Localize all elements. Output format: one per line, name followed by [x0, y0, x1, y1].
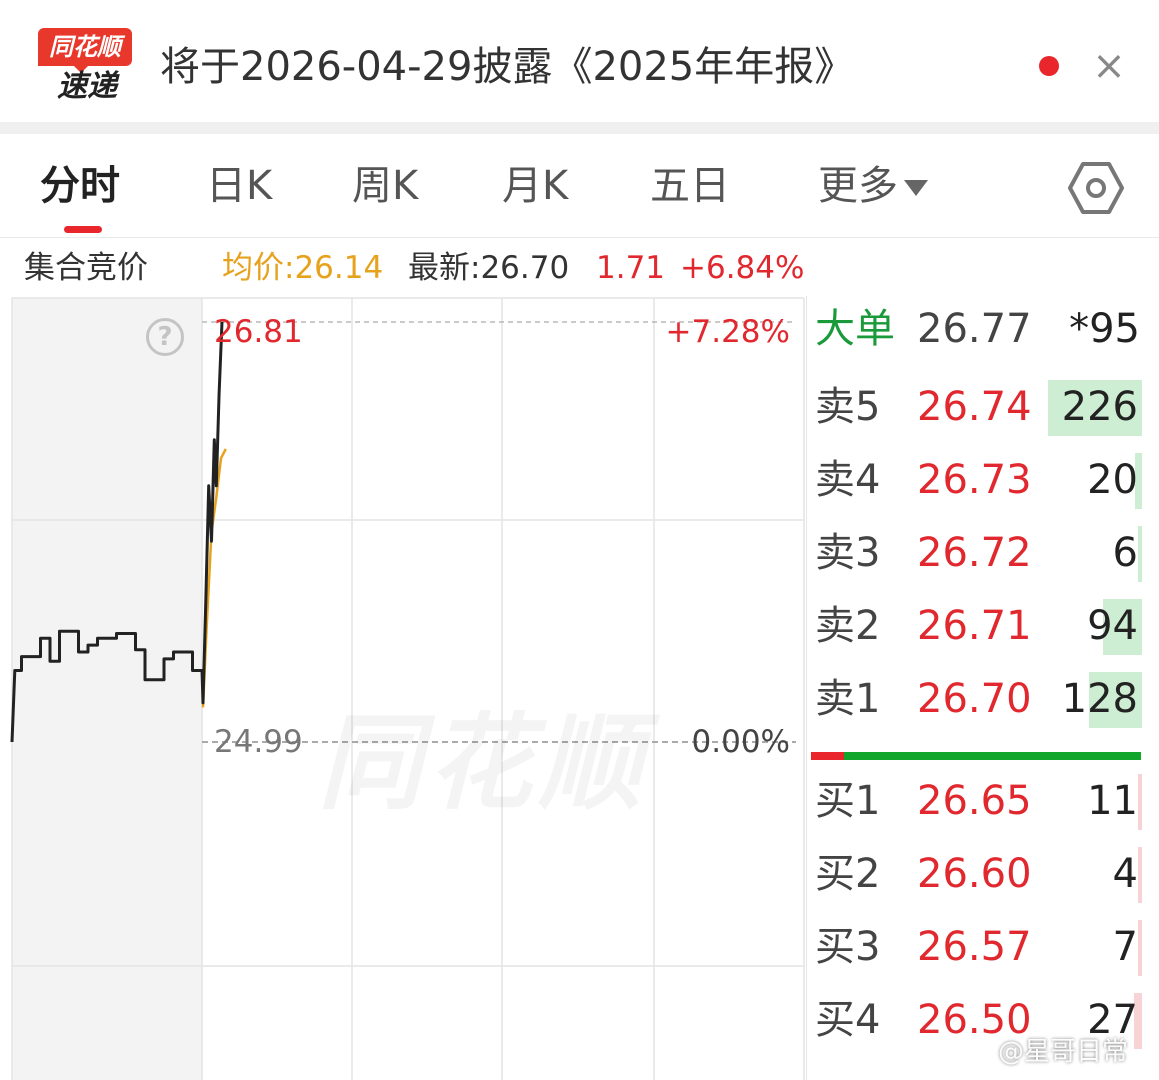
bid-row-2[interactable]: 买2 26.60 4 — [807, 839, 1159, 911]
big-order-row[interactable]: 大单 26.77 *95 — [807, 296, 1159, 364]
bid-volume-bar — [1138, 920, 1142, 976]
bid-volume-bar — [1138, 847, 1142, 903]
bid-level-label: 买4 — [815, 997, 881, 1043]
price-change: 1.71 — [596, 250, 666, 286]
tab-monthly-k[interactable]: 月K — [502, 160, 568, 212]
ask-volume: 128 — [1061, 676, 1138, 722]
ask-price: 26.73 — [917, 457, 1032, 503]
bid-row-1[interactable]: 买1 26.65 11 — [807, 766, 1159, 838]
ask-price: 26.71 — [917, 603, 1032, 649]
chart-high-pct-label: +7.28% — [665, 314, 790, 350]
ask-volume: 6 — [1112, 530, 1138, 576]
big-order-label: 大单 — [815, 306, 895, 352]
ask-level-label: 卖4 — [815, 457, 881, 503]
tab-daily-k[interactable]: 日K — [206, 160, 272, 212]
help-icon[interactable]: ? — [146, 318, 184, 356]
ask-level-label: 卖3 — [815, 530, 881, 576]
ask-price: 26.72 — [917, 530, 1032, 576]
tab-weekly-k[interactable]: 周K — [352, 160, 418, 212]
banner-title[interactable]: 将于2026-04-29披露《2025年年报》 — [160, 42, 854, 92]
bid-price: 26.57 — [917, 924, 1032, 970]
unread-dot — [1039, 56, 1059, 76]
intraday-chart[interactable]: ? 26.81 +7.28% 24.99 0.00% 同花顺 — [0, 296, 806, 1080]
order-book: 大单 26.77 *95 卖5 26.74 226 卖4 26.73 20 卖3 26.72 6… — [806, 296, 1159, 1080]
chart-tabs: 分时 日K 周K 月K 五日 更多 — [0, 134, 1159, 238]
tab-more-label: 更多 — [818, 163, 898, 209]
ask-row-4[interactable]: 卖2 26.71 94 — [807, 591, 1159, 663]
notification-banner[interactable]: 同花顺 速递 将于2026-04-29披露《2025年年报》 × — [0, 0, 1159, 122]
price-change-percent: +6.84% — [680, 250, 805, 286]
bid-level-label: 买2 — [815, 851, 881, 897]
chart-base-label: 24.99 — [214, 724, 303, 760]
ask-level-label: 卖2 — [815, 603, 881, 649]
tab-five-day[interactable]: 五日 — [650, 160, 730, 212]
ask-row-1[interactable]: 卖5 26.74 226 — [807, 372, 1159, 444]
ask-volume: 20 — [1087, 457, 1138, 503]
tab-more[interactable]: 更多 — [818, 160, 928, 212]
ask-level-label: 卖1 — [815, 676, 881, 722]
hexagon-settings-icon[interactable] — [1068, 160, 1124, 216]
big-order-volume: *95 — [1069, 306, 1140, 352]
bid-level-label: 买1 — [815, 778, 881, 824]
bid-price: 26.65 — [917, 778, 1032, 824]
big-order-price: 26.77 — [917, 306, 1032, 352]
bid-price: 26.60 — [917, 851, 1032, 897]
separator — [0, 122, 1159, 134]
ask-level-label: 卖5 — [815, 384, 881, 430]
quote-info-row: 集合竞价 均价:26.14 最新:26.70 1.71 +6.84% — [0, 238, 1159, 296]
active-tab-indicator — [64, 226, 102, 233]
dropdown-arrow-icon — [904, 180, 928, 196]
bid-volume: 7 — [1112, 924, 1138, 970]
auction-period-shade — [12, 298, 202, 1080]
latest-price: 最新:26.70 — [408, 250, 570, 286]
ask-volume-bar — [1138, 526, 1142, 582]
ask-row-5[interactable]: 卖1 26.70 128 — [807, 664, 1159, 736]
tonghuashun-logo: 同花顺 速递 — [38, 28, 132, 104]
ask-volume: 94 — [1087, 603, 1138, 649]
ask-volume: 226 — [1061, 384, 1138, 430]
bid-level-label: 买3 — [815, 924, 881, 970]
logo-top-text: 同花顺 — [38, 28, 132, 66]
logo-bottom-text: 速递 — [57, 69, 117, 104]
close-icon[interactable]: × — [1092, 46, 1126, 86]
bid-row-3[interactable]: 买3 26.57 7 — [807, 912, 1159, 984]
ask-price: 26.70 — [917, 676, 1032, 722]
tab-intraday[interactable]: 分时 — [40, 160, 120, 212]
bid-volume: 11 — [1087, 778, 1138, 824]
weibo-credit: @星哥日常 — [998, 1037, 1129, 1067]
chart-high-label: 26.81 — [214, 314, 303, 350]
bid-ratio-segment — [811, 752, 844, 760]
bid-ask-ratio-bar — [811, 752, 1141, 760]
watermark: 同花顺 — [318, 678, 648, 829]
bid-volume: 4 — [1112, 851, 1138, 897]
average-price: 均价:26.14 — [222, 250, 384, 286]
ask-row-2[interactable]: 卖4 26.73 20 — [807, 445, 1159, 517]
ask-price: 26.74 — [917, 384, 1032, 430]
chart-base-pct-label: 0.00% — [691, 724, 790, 760]
bid-volume-bar — [1138, 774, 1142, 830]
ask-row-3[interactable]: 卖3 26.72 6 — [807, 518, 1159, 590]
auction-mode-label: 集合竞价 — [24, 250, 148, 286]
